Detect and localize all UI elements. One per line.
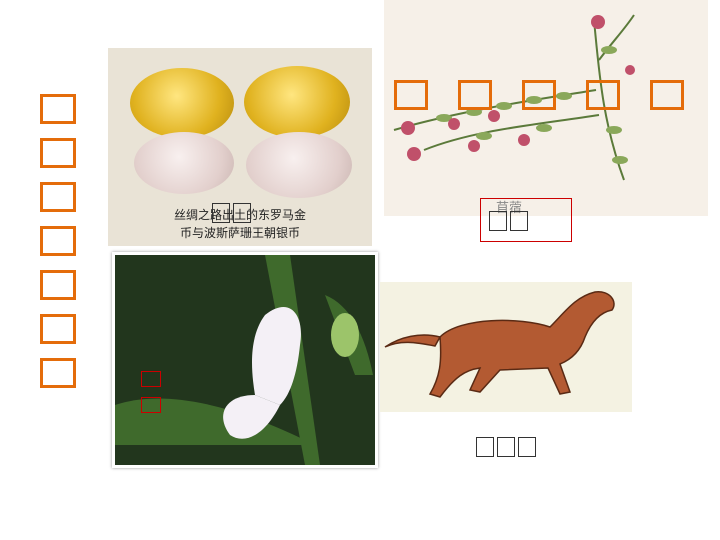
- title-box: [586, 80, 620, 110]
- title-box: [40, 314, 76, 344]
- title-box: [522, 80, 556, 110]
- title-box: [650, 80, 684, 110]
- title-box: [458, 80, 492, 110]
- title-box: [40, 226, 76, 256]
- blank-square: [510, 211, 528, 231]
- title-box: [40, 138, 76, 168]
- sesame-flower-photo: [112, 252, 378, 468]
- blank-square: [518, 437, 536, 457]
- title-box: [40, 358, 76, 388]
- gold-coin: [130, 68, 234, 138]
- horse-illustration: [380, 282, 632, 412]
- alfalfa-answer-placeholder: [489, 208, 531, 233]
- title-box: [394, 80, 428, 110]
- blank-square: [489, 211, 507, 231]
- silver-coin: [246, 132, 352, 198]
- sesame-drawing: [115, 255, 375, 465]
- blank-square: [476, 437, 494, 457]
- horse-answer-placeholder: [476, 434, 539, 459]
- gold-coin: [244, 66, 350, 138]
- horse-drawing: [380, 282, 632, 412]
- blank-square: [212, 203, 230, 223]
- vertical-title-boxes: [40, 94, 76, 402]
- sesame-label-box: [141, 371, 161, 387]
- coins-caption-line2: 币与波斯萨珊王朝银币: [179, 226, 300, 240]
- sesame-label-box: [141, 397, 161, 413]
- title-box: [40, 270, 76, 300]
- blank-square: [497, 437, 515, 457]
- title-box: [40, 182, 76, 212]
- silver-coin: [134, 132, 234, 194]
- alfalfa-label-box: [480, 198, 572, 242]
- coins-answer-placeholder: [212, 200, 254, 225]
- title-box: [40, 94, 76, 124]
- blank-square: [233, 203, 251, 223]
